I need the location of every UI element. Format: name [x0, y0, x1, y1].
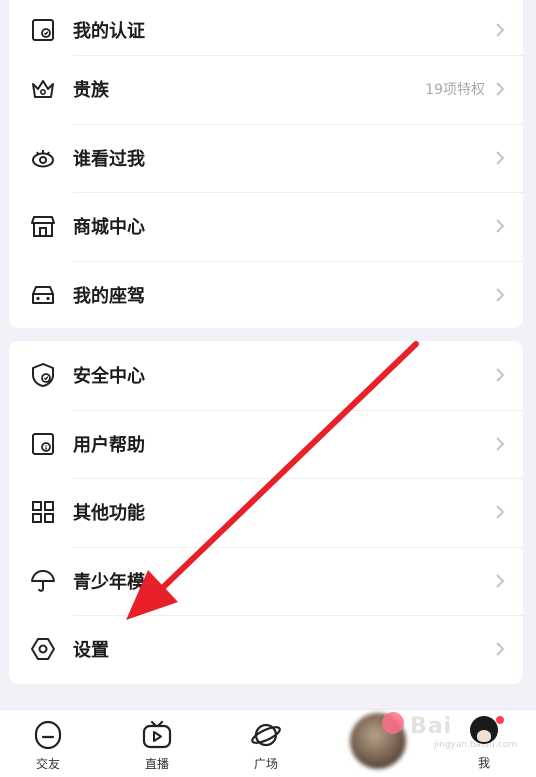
tab-label: 直播 — [144, 757, 169, 771]
tab-square[interactable]: 广场 — [226, 710, 306, 777]
menu-card-primary: 我的认证 贵族 19项特权 谁看过我 商城中心 我的座驾 — [9, 0, 523, 328]
menu-item-label: 我的认证 — [73, 21, 145, 42]
notification-dot — [496, 716, 504, 724]
car-icon — [32, 285, 54, 304]
store-icon — [31, 216, 55, 238]
tab-live[interactable]: 直播 — [117, 710, 197, 777]
chevron-right-icon — [496, 219, 505, 233]
menu-item-security-center[interactable]: 安全中心 — [9, 341, 523, 410]
profile-avatar[interactable] — [470, 716, 498, 744]
menu-item-store[interactable]: 商城中心 — [9, 192, 523, 261]
chevron-right-icon — [496, 642, 505, 656]
help-document-icon — [32, 432, 54, 455]
avatar-badge — [382, 712, 404, 734]
menu-item-teen-mode[interactable]: 青少年模 — [9, 546, 523, 616]
chevron-right-icon — [496, 505, 505, 519]
menu-item-nobility[interactable]: 贵族 19项特权 — [9, 55, 523, 124]
watermark: Bai — [410, 714, 453, 739]
chevron-right-icon — [496, 368, 505, 382]
umbrella-icon — [31, 569, 55, 592]
live-tv-icon — [142, 720, 172, 749]
menu-item-certification[interactable]: 我的认证 — [9, 0, 523, 55]
menu-item-label: 贵族 — [73, 80, 109, 102]
friends-tab-icon — [34, 720, 62, 750]
tab-me-label[interactable]: 我 — [466, 754, 502, 771]
shield-icon — [32, 363, 54, 388]
eye-icon — [32, 149, 54, 168]
menu-item-label: 其他功能 — [73, 503, 145, 525]
menu-item-label: 青少年模 — [73, 571, 145, 593]
chevron-right-icon — [496, 288, 505, 302]
crown-icon — [32, 80, 54, 99]
menu-card-secondary: 安全中心 用户帮助 其他功能 青少年模 设置 — [9, 341, 523, 684]
tab-friends[interactable]: 交友 — [8, 710, 88, 777]
menu-item-other-features[interactable]: 其他功能 — [9, 478, 523, 547]
chevron-right-icon — [496, 437, 505, 451]
menu-item-user-help[interactable]: 用户帮助 — [9, 409, 523, 479]
menu-item-label: 用户帮助 — [73, 434, 145, 456]
menu-item-label: 设置 — [73, 640, 109, 662]
chevron-right-icon — [496, 82, 505, 96]
menu-item-label: 商城中心 — [73, 217, 145, 239]
menu-item-settings[interactable]: 设置 — [9, 615, 523, 684]
chevron-right-icon — [496, 151, 505, 165]
tab-label: 广场 — [253, 757, 278, 771]
settings-hexagon-icon — [31, 638, 55, 661]
tab-label: 交友 — [35, 757, 60, 771]
menu-item-label: 安全中心 — [73, 366, 145, 388]
planet-icon — [251, 723, 281, 747]
certification-icon — [32, 19, 54, 41]
menu-item-vehicle[interactable]: 我的座驾 — [9, 260, 523, 329]
menu-item-visitors[interactable]: 谁看过我 — [9, 123, 523, 193]
menu-item-label: 谁看过我 — [73, 148, 145, 170]
privilege-count: 19项特权 — [425, 82, 485, 99]
menu-item-label: 我的座驾 — [73, 285, 145, 307]
chevron-right-icon — [496, 574, 505, 588]
chevron-right-icon — [496, 23, 505, 37]
grid-icon — [32, 501, 54, 524]
